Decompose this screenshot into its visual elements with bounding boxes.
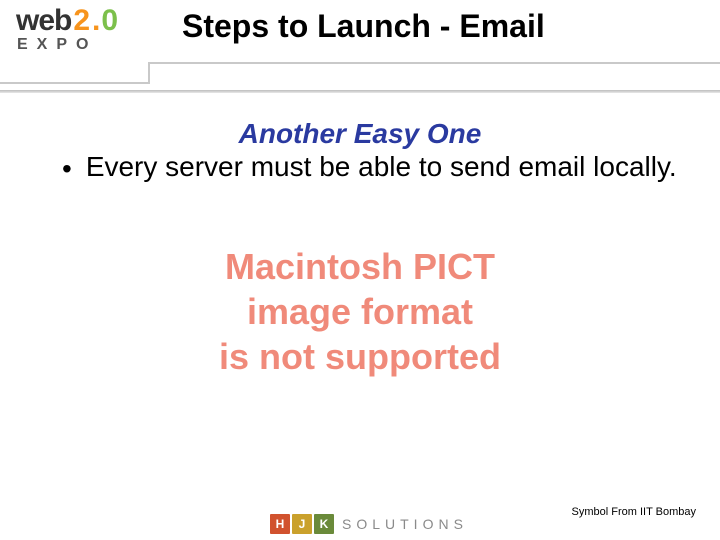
bullet-list: • Every server must be able to send emai…	[62, 150, 680, 186]
subtitle: Another Easy One	[0, 118, 720, 150]
tile-h: H	[270, 514, 290, 534]
slide: web 2 . 0 EXPO Steps to Launch - Email A…	[0, 0, 720, 540]
tile-j: J	[292, 514, 312, 534]
logo-expo-text: EXPO	[17, 36, 118, 54]
logo-0-text: 0	[101, 4, 118, 38]
bullet-icon: •	[62, 152, 72, 186]
web20-expo-logo: web 2 . 0 EXPO	[16, 4, 118, 54]
logo-line1: web 2 . 0	[16, 4, 118, 38]
page-title: Steps to Launch - Email	[182, 8, 545, 45]
pict-line: is not supported	[0, 334, 720, 379]
logo-web-text: web	[16, 4, 71, 38]
solutions-text: SOLUTIONS	[342, 516, 468, 532]
pict-unsupported-placeholder: Macintosh PICT image format is not suppo…	[0, 244, 720, 379]
header-divider	[0, 62, 720, 102]
bullet-text: Every server must be able to send email …	[86, 150, 677, 186]
logo-2-text: 2	[73, 4, 90, 38]
logo-dot-text: .	[92, 4, 100, 38]
hjk-solutions-logo: H J K SOLUTIONS	[270, 514, 468, 534]
pict-line: Macintosh PICT	[0, 244, 720, 289]
credit-text: Symbol From IIT Bombay	[572, 506, 697, 518]
pict-line: image format	[0, 289, 720, 334]
list-item: • Every server must be able to send emai…	[62, 150, 680, 186]
tile-k: K	[314, 514, 334, 534]
